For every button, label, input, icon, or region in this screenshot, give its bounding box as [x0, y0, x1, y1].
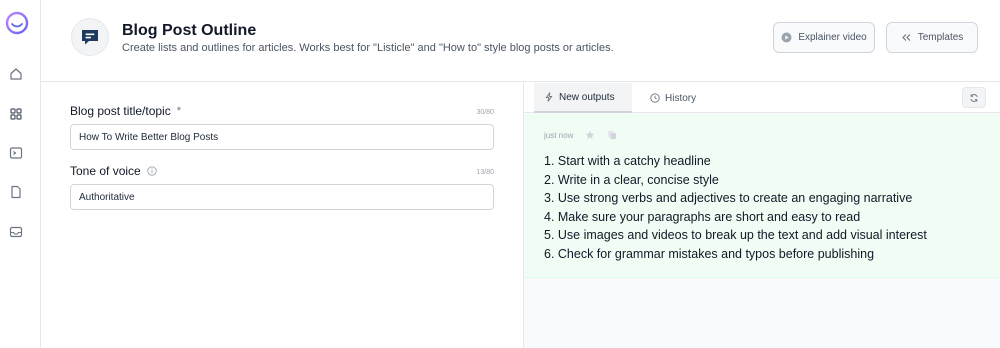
apps-grid-icon[interactable] — [9, 107, 23, 121]
tab-history[interactable]: History — [640, 83, 696, 113]
tab-new-outputs[interactable]: New outputs — [534, 83, 632, 113]
tone-of-voice-input[interactable] — [70, 184, 494, 210]
sidebar — [0, 0, 41, 348]
output-item: 6. Check for grammar mistakes and typos … — [544, 246, 875, 261]
title-field-label: Blog post title/topic * — [70, 104, 181, 118]
tone-char-counter: 13/80 — [476, 169, 494, 176]
output-item: 1. Start with a catchy headline — [544, 154, 711, 168]
star-icon[interactable] — [585, 130, 595, 140]
output-tabs: New outputs History — [524, 83, 1000, 113]
output-item: 4. Make sure your paragraphs are short a… — [544, 209, 861, 224]
input-form: Blog post title/topic * 30/80 Tone of vo… — [41, 83, 523, 348]
info-icon[interactable] — [147, 166, 157, 176]
tab-history-label: History — [665, 92, 697, 104]
page-header: Blog Post Outline Create lists and outli… — [41, 0, 1000, 82]
tool-icon-badge — [71, 18, 109, 56]
refresh-button[interactable] — [962, 87, 986, 108]
blog-title-input[interactable] — [70, 124, 494, 150]
logo-icon[interactable] — [4, 10, 30, 36]
terminal-icon[interactable] — [9, 146, 23, 160]
refresh-icon — [970, 93, 978, 102]
output-panel: New outputs History just now 1. Start wi… — [524, 83, 1000, 348]
tone-field-label: Tone of voice — [70, 164, 157, 178]
clock-icon — [650, 93, 660, 103]
home-icon[interactable] — [9, 67, 23, 81]
explainer-video-label: Explainer video — [798, 32, 867, 43]
output-item: 3. Use strong verbs and adjectives to cr… — [544, 191, 913, 206]
output-timestamp: just now — [544, 130, 574, 140]
chat-outline-icon — [82, 30, 98, 45]
explainer-video-button[interactable]: Explainer video — [773, 22, 875, 53]
output-item: 2. Write in a clear, concise style — [544, 172, 719, 187]
templates-button[interactable]: Templates — [886, 22, 978, 53]
play-circle-icon — [781, 32, 792, 43]
tone-label-text: Tone of voice — [70, 164, 141, 178]
chevrons-left-icon — [901, 34, 911, 41]
templates-label: Templates — [917, 32, 964, 43]
tab-new-outputs-label: New outputs — [559, 91, 615, 103]
required-asterisk: * — [176, 105, 182, 117]
output-meta: just now — [544, 130, 617, 140]
copy-icon[interactable] — [607, 130, 617, 140]
output-list: 1. Start with a catchy headline 2. Write… — [544, 152, 927, 264]
page-subtitle: Create lists and outlines for articles. … — [122, 42, 614, 54]
page-title: Blog Post Outline — [122, 22, 257, 39]
output-item: 5. Use images and videos to break up the… — [544, 228, 927, 243]
title-label-text: Blog post title/topic — [70, 104, 171, 118]
document-icon[interactable] — [9, 185, 23, 199]
inbox-icon[interactable] — [9, 225, 23, 239]
title-char-counter: 30/80 — [476, 109, 494, 116]
lightning-icon — [545, 92, 553, 102]
output-card: just now 1. Start with a catchy headline… — [524, 114, 1000, 278]
